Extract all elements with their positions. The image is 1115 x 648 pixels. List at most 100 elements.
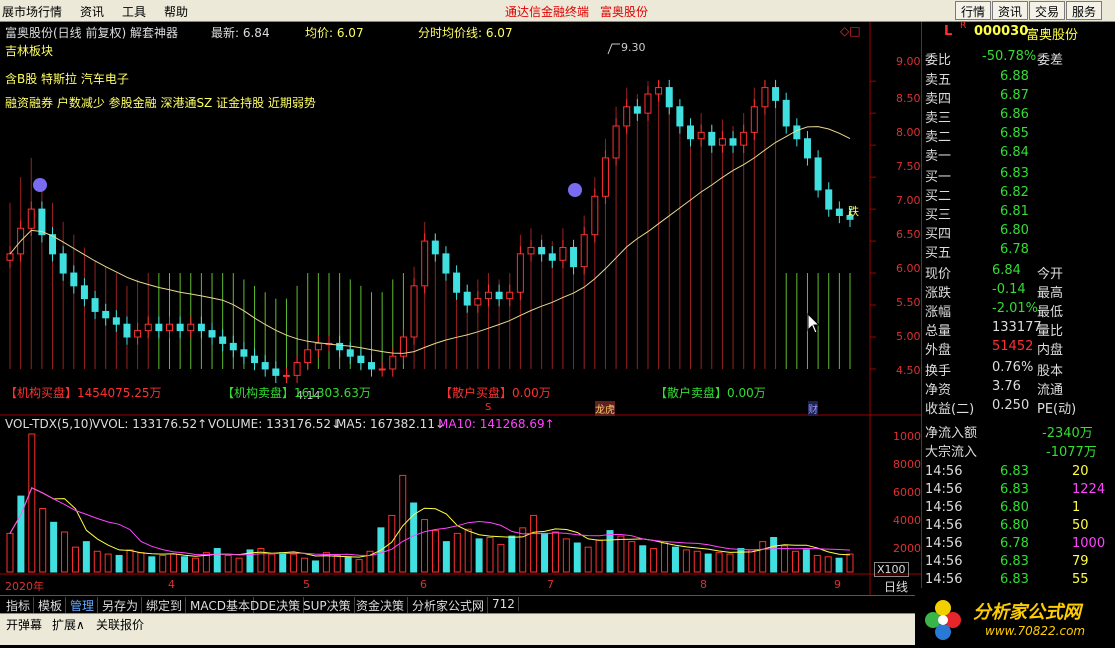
chart-area[interactable]: 富奥股份(日线 前复权) 解套神器 最新: 6.84 均价: 6.07 分时均价… — [0, 22, 928, 595]
volume-bar — [650, 548, 658, 573]
price-tick: 6.00 — [896, 262, 921, 275]
volume-bar — [290, 553, 298, 573]
candle-body — [144, 323, 152, 332]
volume-bar — [835, 557, 843, 573]
weibi-row: 委比 -50.78% 委差 — [922, 49, 1115, 68]
volume-bar — [344, 556, 352, 573]
tab-2[interactable]: 管理 — [70, 597, 99, 614]
volume-bar — [333, 554, 341, 573]
volume-bar — [606, 530, 614, 573]
related-quote-button[interactable]: 关联报价 — [96, 616, 144, 633]
menu-help[interactable]: 帮助 — [164, 3, 188, 20]
volume-bar — [268, 553, 276, 573]
ask-price: 6.84 — [1000, 145, 1029, 160]
vol-tick: 6000 — [893, 486, 921, 499]
tab-4[interactable]: 绑定到 — [146, 597, 187, 614]
menu-market[interactable]: 展市场行情 — [2, 3, 62, 20]
volume-bar — [137, 552, 145, 573]
volume-bar — [704, 553, 712, 573]
app-stock-title: 富奥股份 — [600, 5, 649, 19]
volume-bar — [301, 557, 309, 573]
volume-bar — [475, 538, 483, 573]
rank-marker[interactable]: 龙虎 — [595, 401, 615, 416]
retail-sell-label: 【散户卖盘】0.00万 — [655, 386, 766, 400]
tab-8[interactable]: 资金决策 — [356, 597, 409, 614]
ma-series — [9, 126, 851, 354]
volume-bar — [693, 550, 701, 573]
tick-price: 6.83 — [1000, 554, 1029, 569]
quote-panel: L R 000030 富奥股份 委比 -50.78% 委差 净流入额 -2340… — [921, 21, 1115, 595]
netflow-label: 净流入额 — [925, 426, 978, 441]
watermark-logo: 分析家公式网 www.70822.com — [915, 588, 1115, 645]
r-flag: R — [960, 21, 967, 31]
volume-bar — [661, 542, 669, 573]
candle-body — [761, 87, 769, 108]
btn-quote[interactable]: 行情 — [955, 1, 992, 20]
tick-row: 14:56 6.80 1 — [922, 500, 1115, 519]
volume-bar — [617, 535, 625, 573]
logo-url: www.70822.com — [985, 624, 1086, 638]
vol-unit[interactable]: X100 — [874, 562, 909, 577]
tab-0[interactable]: 指标 — [6, 597, 35, 614]
stat-right-label: 内盘 — [1037, 343, 1064, 358]
candle-body — [208, 330, 216, 338]
weibi-label: 委比 — [925, 53, 952, 68]
tick-volume: 1 — [1072, 500, 1081, 515]
tab-6[interactable]: DDE决策 — [250, 597, 305, 614]
menu-news[interactable]: 资讯 — [80, 3, 104, 20]
tick-row: 14:56 6.83 79 — [922, 554, 1115, 573]
btn-service[interactable]: 服务 — [1066, 1, 1103, 20]
chart-title: 富奥股份(日线 前复权) 解套神器 — [5, 26, 178, 40]
candle-body — [368, 362, 376, 370]
bid-label: 买五 — [925, 246, 952, 261]
volume-bar — [551, 531, 559, 573]
tab-5[interactable]: MACD基本 — [190, 597, 254, 614]
logo-title: 分析家公式网 — [973, 602, 1081, 623]
tick-time: 14:56 — [925, 572, 963, 587]
price-tick: 5.00 — [896, 330, 921, 343]
stat-label: 涨跌 — [925, 286, 952, 301]
candle-body — [506, 291, 514, 300]
candle-body — [155, 323, 163, 332]
volume-bar — [39, 508, 47, 573]
stat-row: 总量 133177 量比 — [922, 320, 1115, 339]
candle-body — [219, 336, 227, 344]
volume-bar — [813, 554, 821, 573]
volume-bar — [530, 514, 538, 573]
expand-button[interactable]: 扩展∧ — [52, 616, 85, 633]
bid-row: 买五 6.78 — [922, 242, 1115, 261]
tab-10[interactable]: 712 — [492, 597, 519, 611]
menu-tools[interactable]: 工具 — [122, 3, 146, 20]
tick-time: 14:56 — [925, 536, 963, 551]
danmu-button[interactable]: 开弹幕 — [6, 616, 42, 633]
tab-3[interactable]: 另存为 — [102, 597, 143, 614]
btn-trade[interactable]: 交易 — [1029, 1, 1066, 20]
high-marker — [607, 43, 620, 55]
volume-bar — [497, 543, 505, 573]
vol-indicator-name[interactable]: VOL-TDX(5,10) — [5, 417, 93, 431]
period-label[interactable]: 日线 — [884, 578, 908, 595]
date-tick: 5 — [303, 578, 310, 591]
date-tick: 8 — [700, 578, 707, 591]
candle-body — [825, 189, 833, 210]
chart-window-icons[interactable]: ◇□ — [840, 24, 861, 38]
btn-info[interactable]: 资讯 — [992, 1, 1029, 20]
volume-bar — [71, 546, 79, 573]
vol-volume: VOLUME: 133176.52↓ — [208, 417, 342, 431]
tick-time: 14:56 — [925, 554, 963, 569]
candle-body — [336, 342, 344, 351]
date-tick: 2020年 — [5, 580, 44, 593]
tab-1[interactable]: 模板 — [38, 597, 67, 614]
candle-body — [453, 272, 461, 293]
candle-body — [772, 87, 780, 101]
price-tick: 5.50 — [896, 296, 921, 309]
finance-marker[interactable]: 财 — [808, 401, 818, 416]
volume-bar — [355, 559, 363, 573]
volume-bar — [486, 537, 494, 573]
bid-label: 买一 — [925, 170, 952, 185]
volume-bar — [159, 554, 167, 573]
tab-9[interactable]: 分析家公式网 — [412, 597, 489, 614]
s-marker[interactable]: S — [485, 402, 491, 413]
bid-price: 6.81 — [1000, 204, 1029, 219]
tab-7[interactable]: SUP决策 — [303, 597, 355, 614]
